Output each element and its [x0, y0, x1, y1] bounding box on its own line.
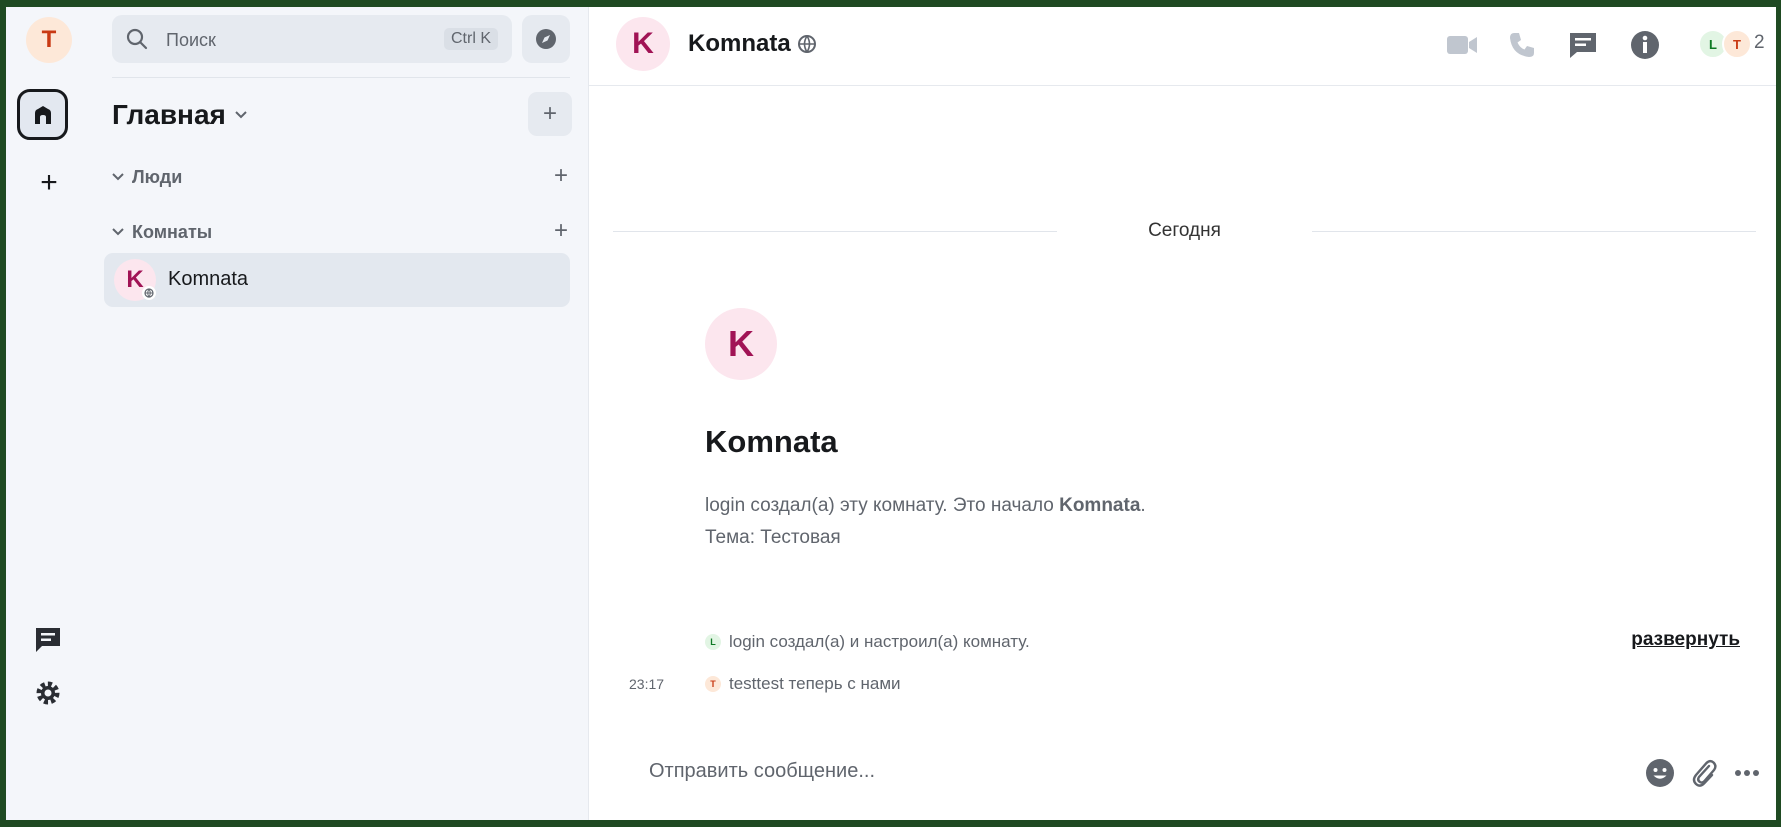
attach-button[interactable]	[1689, 758, 1719, 788]
start-chat-button[interactable]: +	[554, 162, 568, 190]
quick-settings-button[interactable]	[30, 675, 66, 711]
room-info-icon	[1631, 31, 1659, 59]
home-space-button[interactable]	[17, 89, 68, 140]
threads-button[interactable]	[1567, 29, 1599, 61]
room-view: K Komnata L T 2 Сегодня K Komnata login …	[589, 7, 1776, 820]
voice-call-button[interactable]	[1506, 29, 1538, 61]
globe-icon	[797, 35, 816, 53]
emoji-icon	[1646, 759, 1674, 787]
voice-call-icon	[1510, 33, 1534, 57]
room-topic: Тема: Тестовая	[705, 527, 841, 548]
room-title[interactable]: Komnata	[688, 30, 817, 58]
chevron-down-icon	[112, 173, 124, 181]
room-intro-avatar[interactable]: K	[705, 308, 777, 380]
public-room-badge	[142, 286, 156, 300]
created-room-name: Komnata	[1059, 495, 1141, 516]
threads-activity-button[interactable]	[30, 622, 66, 658]
room-header: K Komnata L T 2	[589, 7, 1776, 86]
more-horizontal-icon	[1735, 770, 1759, 776]
room-created-line: login создал(а) эту комнату. Это начало …	[705, 490, 1146, 522]
date-separator-label: Сегодня	[1148, 220, 1221, 241]
chevron-down-icon	[235, 111, 247, 119]
room-info-button[interactable]	[1629, 29, 1661, 61]
date-separator: Сегодня	[613, 220, 1756, 244]
room-name: Komnata	[168, 268, 249, 290]
room-item-komnata[interactable]: K Komnata	[104, 253, 570, 307]
created-text: login создал(а) эту комнату. Это начало	[705, 495, 1060, 516]
user-avatar[interactable]: T	[26, 17, 72, 63]
video-call-icon	[1447, 36, 1477, 54]
search-shortcut: Ctrl K	[444, 28, 498, 50]
event-timestamp: 23:17	[629, 676, 665, 692]
event-avatar: T	[705, 676, 721, 692]
event-text: login создал(а) и настроил(а) комнату.	[729, 632, 1030, 651]
created-suffix: .	[1140, 495, 1146, 516]
section-rooms[interactable]: Комнаты +	[112, 217, 572, 247]
paperclip-icon	[1692, 759, 1717, 787]
space-add-button[interactable]: +	[528, 92, 572, 136]
section-people[interactable]: Люди +	[112, 162, 572, 192]
explore-rooms-button[interactable]	[522, 15, 570, 63]
create-space-button[interactable]: +	[34, 168, 64, 199]
section-label: Комнаты	[132, 221, 213, 242]
room-intro-text: login создал(а) эту комнату. Это начало …	[705, 490, 1146, 554]
room-list-panel: Поиск Ctrl K Главная + Люди + Комнаты + …	[92, 7, 589, 820]
chat-icon	[36, 628, 60, 652]
compass-icon	[536, 29, 556, 49]
divider	[112, 77, 570, 78]
event-room-created: L login создал(а) и настроил(а) комнату.	[705, 632, 1030, 652]
threads-icon	[1570, 33, 1596, 58]
room-intro-title: Komnata	[705, 424, 838, 459]
more-options-button[interactable]	[1732, 758, 1762, 788]
space-title[interactable]: Главная	[112, 99, 248, 131]
globe-icon	[144, 288, 154, 298]
home-icon	[34, 105, 51, 124]
message-composer: Отправить сообщение...	[589, 740, 1776, 820]
add-room-button[interactable]: +	[554, 217, 568, 245]
search-placeholder: Поиск	[166, 30, 216, 50]
space-title-label: Главная	[112, 99, 226, 130]
expand-link[interactable]: развернуть	[1631, 629, 1740, 651]
search-button[interactable]: Поиск Ctrl K	[112, 15, 512, 63]
section-label: Люди	[132, 166, 183, 187]
space-rail: T +	[6, 7, 92, 820]
app-window: T + Поиск Ctrl K Главная + Люди + Комнат…	[6, 7, 1776, 820]
chevron-down-icon	[112, 228, 124, 236]
event-avatar: L	[705, 634, 721, 650]
room-name: Komnata	[688, 30, 791, 57]
room-avatar[interactable]: K	[616, 17, 670, 71]
message-input[interactable]: Отправить сообщение...	[649, 760, 875, 783]
member-count: 2	[1754, 32, 1765, 53]
emoji-button[interactable]	[1645, 758, 1675, 788]
gear-icon	[36, 681, 60, 705]
member-avatar: T	[1722, 29, 1752, 59]
event-member-joined: T testtest теперь с нами	[705, 674, 901, 694]
event-text: testtest теперь с нами	[729, 674, 901, 693]
video-call-button[interactable]	[1446, 29, 1478, 61]
search-icon	[126, 28, 148, 50]
